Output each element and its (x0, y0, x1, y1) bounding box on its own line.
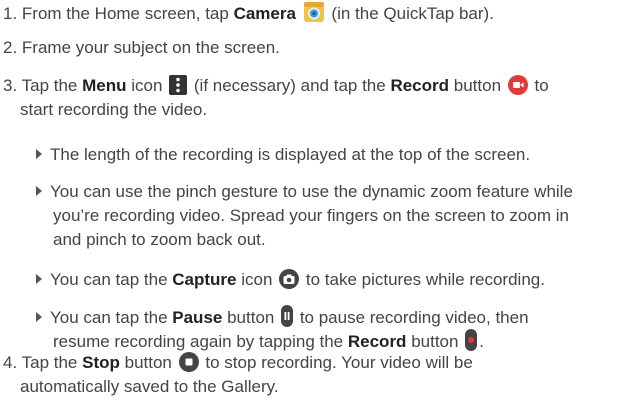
bullet-text: to take pictures while recording. (305, 270, 545, 289)
bullet-arrow-icon (36, 274, 42, 284)
capture-icon (279, 269, 300, 296)
bullet-arrow-icon (36, 312, 42, 322)
step-number: 4. (3, 353, 18, 372)
bullet-2: You can use the pinch gesture to use the… (36, 180, 573, 204)
capture-label: Capture (172, 270, 237, 289)
step-text: Frame your subject on the screen. (21, 38, 280, 57)
step-text-end: to (534, 76, 549, 95)
step-text: to stop recording. Your video will be (205, 353, 473, 372)
bullet-arrow-icon (36, 149, 42, 159)
record-label: Record (390, 76, 450, 95)
camera-label: Camera (233, 4, 296, 23)
step-text: automatically saved to the Gallery. (20, 377, 279, 396)
bullet-text: You can tap the (50, 308, 168, 327)
step-text: start recording the video. (20, 100, 208, 119)
step-text-end: (in the QuickTap bar). (331, 4, 494, 23)
bullet-text: You can tap the (50, 270, 168, 289)
bullet-text: You can use the pinch gesture to use the… (50, 182, 573, 201)
bullet-text: you’re recording video. Spread your fing… (53, 206, 569, 225)
camera-app-icon (303, 1, 325, 30)
record-video-icon (507, 75, 528, 102)
bullet-text: and pinch to zoom back out. (53, 230, 266, 249)
step-text: icon (131, 76, 163, 95)
bullet-text-end: . (479, 332, 484, 351)
pause-label: Pause (172, 308, 223, 327)
step-number: 3. (3, 76, 18, 95)
step-2: 2. Frame your subject on the screen. (3, 36, 280, 60)
bullet-2-line-3: and pinch to zoom back out. (53, 228, 266, 252)
bullet-2-line-2: you’re recording video. Spread your fing… (53, 204, 569, 228)
step-text: (if necessary) and tap the (193, 76, 386, 95)
step-number: 2. (3, 38, 18, 57)
bullet-arrow-icon (36, 186, 42, 196)
record-label: Record (347, 332, 407, 351)
step-text: button (124, 353, 172, 372)
bullet-text: button (227, 308, 275, 327)
bullet-text: button (411, 332, 459, 351)
menu-label: Menu (82, 76, 127, 95)
step-number: 1. (3, 4, 18, 23)
bullet-text: The length of the recording is displayed… (50, 145, 531, 164)
step-4-continuation: automatically saved to the Gallery. (20, 375, 279, 399)
step-3-continuation: start recording the video. (20, 98, 207, 122)
bullet-1: The length of the recording is displayed… (36, 143, 530, 167)
bullet-text: to pause recording video, then (299, 308, 529, 327)
step-text: Tap the (21, 76, 78, 95)
stop-label: Stop (82, 353, 120, 372)
instructions-document: 1. From the Home screen, tap Camera (in … (0, 0, 634, 401)
step-text: Tap the (21, 353, 78, 372)
step-1: 1. From the Home screen, tap Camera (in … (3, 1, 494, 30)
bullet-3: You can tap the Capture icon to take pic… (36, 268, 545, 296)
bullet-text: resume recording again by tapping the (53, 332, 344, 351)
step-text: button (453, 76, 502, 95)
step-text: From the Home screen, tap (21, 4, 229, 23)
bullet-text: icon (241, 270, 273, 289)
